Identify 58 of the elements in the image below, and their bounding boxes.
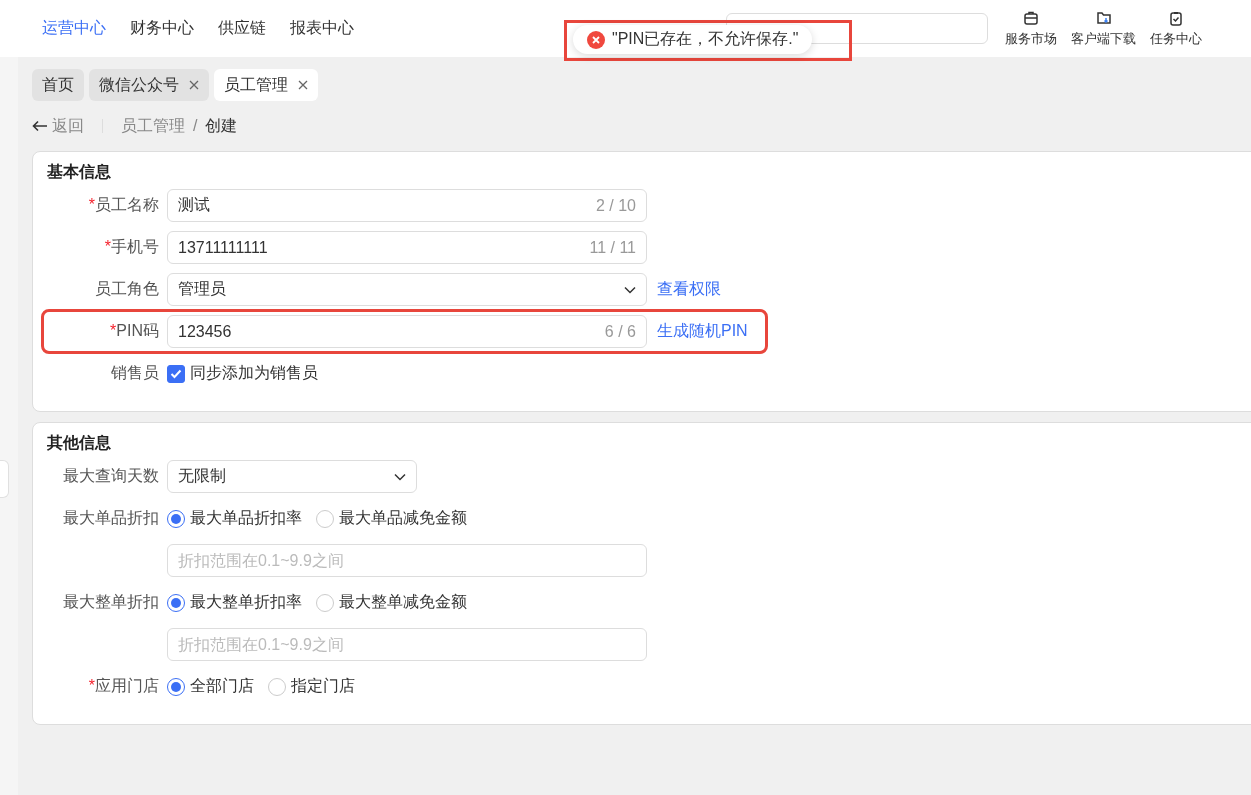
field-label: 最大查询天数 [63,467,159,484]
required-mark: * [88,677,95,694]
close-icon[interactable] [189,80,199,90]
sidebar-handle[interactable] [0,460,9,498]
radio-option[interactable]: 指定门店 [268,676,355,697]
text-field[interactable]: 13711111111 11 / 11 [167,231,647,264]
nav-link[interactable]: 运营中心 [30,18,118,39]
section-title: 基本信息 [47,162,112,182]
briefcase-icon [1023,9,1039,26]
discount-input[interactable]: 折扣范围在0.1~9.9之间 [167,544,647,577]
breadcrumb-separator: / [193,117,198,135]
toolbar-button[interactable]: 客户端下载 [1064,9,1143,48]
section-title: 其他信息 [47,433,112,453]
generate-link[interactable]: 生成随机PIN [657,321,748,342]
toolbar-button[interactable]: 任务中心 [1143,9,1209,48]
close-icon[interactable] [298,80,308,90]
toast-message: "PIN已存在，不允许保存." [612,29,799,49]
arrow-left-icon [32,120,48,132]
required-mark: * [88,196,95,213]
toolbar-button[interactable]: 服务市场 [998,9,1064,48]
nav-link[interactable]: 供应链 [206,18,278,39]
breadcrumb-item: 创建 [205,115,238,136]
field-label: 最大单品折扣 [63,509,159,526]
tab[interactable]: 首页 [32,69,84,101]
folder-download-icon [1095,9,1112,26]
discount-input[interactable]: 折扣范围在0.1~9.9之间 [167,628,647,661]
checkbox-option[interactable]: 同步添加为销售员 [167,363,318,384]
permissions-link[interactable]: 查看权限 [657,279,721,300]
radio-option[interactable]: 最大单品减免金额 [316,508,467,529]
chevron-down-icon [394,472,406,481]
error-icon [587,30,605,49]
tab[interactable]: 微信公众号 [89,69,209,101]
nav-link[interactable]: 报表中心 [278,18,366,39]
field-label: 员工名称 [95,196,159,213]
radio-option[interactable]: 最大整单减免金额 [316,592,467,613]
field-label: PIN码 [116,322,159,339]
character-counter: 11 / 11 [589,238,636,257]
select-field[interactable]: 无限制 [167,460,417,493]
checkbox[interactable] [167,364,185,383]
text-field[interactable]: 测试 2 / 10 [167,189,647,222]
field-label: 最大整单折扣 [63,593,159,610]
nav-link[interactable]: 财务中心 [118,18,206,39]
radio-option[interactable]: 全部门店 [167,676,254,697]
clipboard-check-icon [1168,9,1184,26]
text-field[interactable]: 123456 6 / 6 [167,315,647,348]
required-mark: * [104,238,111,255]
radio-option[interactable]: 最大单品折扣率 [167,508,302,529]
character-counter: 2 / 10 [595,196,636,215]
radio-option[interactable]: 最大整单折扣率 [167,592,302,613]
tab[interactable]: 员工管理 [214,69,318,101]
field-label: 应用门店 [95,677,159,694]
character-counter: 6 / 6 [604,322,636,341]
required-mark: * [110,322,117,339]
select-field[interactable]: 管理员 [167,273,647,306]
field-label: 手机号 [111,238,159,255]
field-label: 员工角色 [95,280,159,297]
chevron-down-icon [624,285,636,294]
field-label: 销售员 [111,364,159,381]
